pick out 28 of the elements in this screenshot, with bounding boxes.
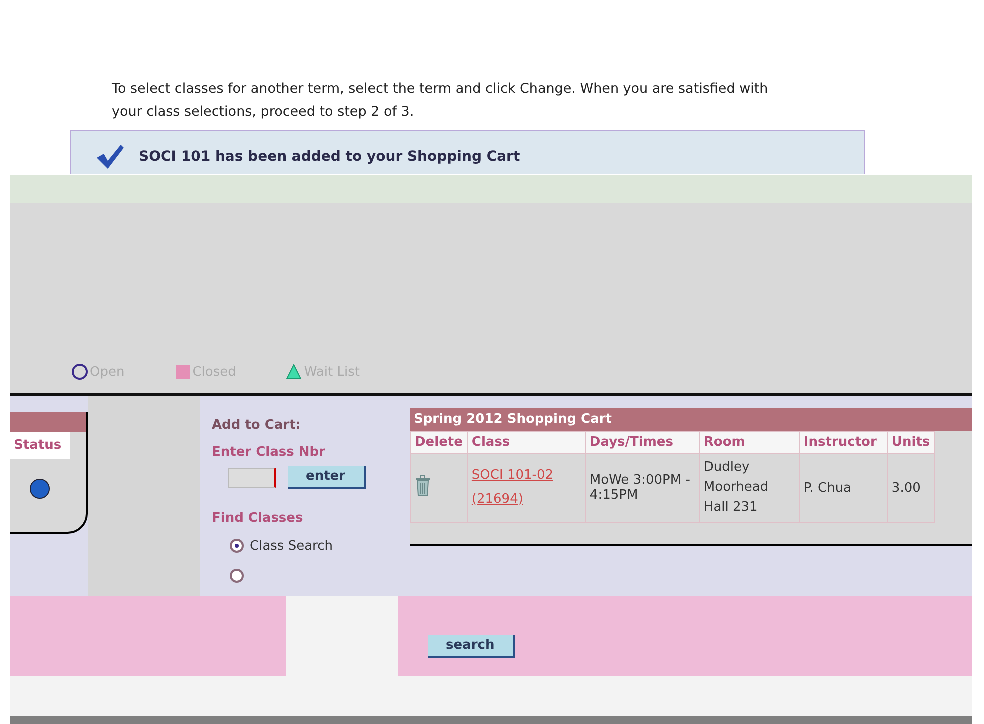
field-label: Find Classes — [212, 511, 304, 526]
message-text: SOCI 101 has been added to your Shopping Cart — [139, 148, 520, 164]
column-header: Room — [699, 432, 800, 454]
table-cell: P. Chua — [799, 454, 888, 522]
column-header: Class — [467, 432, 586, 454]
table-cell: Dudley Moorhead Hall 231 — [699, 454, 800, 522]
triangle-icon — [286, 364, 302, 380]
table-cell: 3.00 — [887, 454, 935, 522]
instruction-text: To select classes for another term, select the term and click Change. When you are satisfied with your class selections, proceed to step 2 of 3. — [112, 80, 770, 122]
circle-icon — [72, 364, 88, 380]
trash-icon[interactable] — [415, 475, 431, 497]
column-header: Instructor — [799, 432, 888, 454]
radio-button[interactable] — [230, 569, 244, 583]
column-header: Delete — [410, 432, 468, 454]
radio-label: Class Search — [250, 538, 333, 554]
search-button[interactable]: search — [428, 635, 515, 658]
table-cell: MoWe 3:00PM - 4:15PM — [585, 454, 700, 522]
cart-title: Spring 2012 Shopping Cart — [410, 408, 972, 431]
column-header: Days/Times — [585, 432, 700, 454]
field-label: Enter Class Nbr — [212, 445, 326, 460]
radio-button[interactable] — [230, 539, 244, 553]
column-header: Status — [10, 432, 70, 459]
checkmark-icon — [95, 144, 125, 170]
square-icon — [174, 364, 191, 380]
class-number-field[interactable] — [228, 468, 276, 488]
section-title: Add to Cart: — [212, 418, 302, 433]
column-header: Units — [887, 432, 935, 454]
enter-button[interactable]: enter — [288, 466, 366, 489]
